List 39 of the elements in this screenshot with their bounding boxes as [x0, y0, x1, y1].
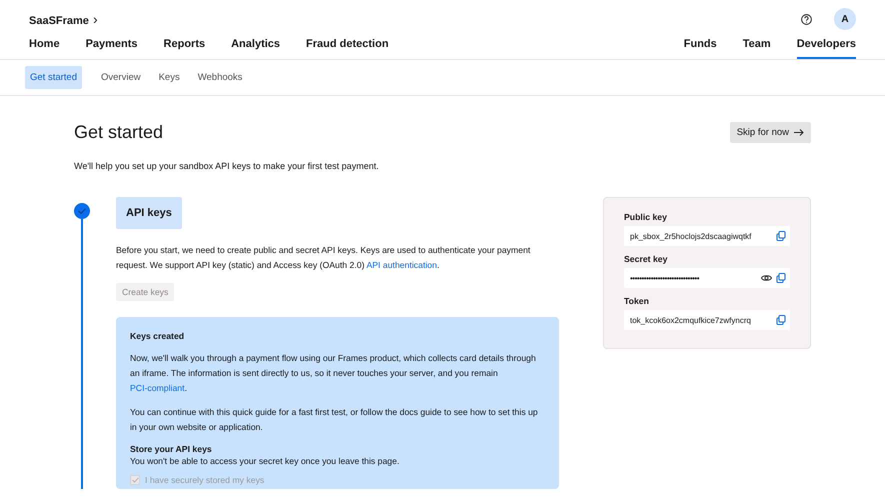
subnav-tab[interactable]: Overview: [96, 66, 146, 89]
eye-icon[interactable]: [761, 274, 772, 282]
arrow-right-icon: [794, 129, 804, 136]
nav-tab[interactable]: Fraud detection: [306, 30, 389, 59]
key-label: Secret key: [624, 254, 668, 264]
checkbox-label: I have securely stored my keys: [145, 475, 264, 485]
key-field[interactable]: pk_sbox_2r5hoclojs2dscaagiwqtkf: [624, 226, 790, 246]
subnav-tab[interactable]: Get started: [25, 66, 82, 89]
user-avatar[interactable]: A: [834, 8, 856, 30]
key-label: Token: [624, 296, 650, 306]
subnav-tab[interactable]: Keys: [154, 66, 185, 89]
panel-paragraph: You can continue with this quick guide for a fast first test, or follow the docs guide to see how to set this up in your own website or application.: [130, 406, 539, 434]
key-field[interactable]: ••••••••••••••••••••••••••••••: [624, 268, 790, 288]
nav-tab[interactable]: Reports: [164, 30, 206, 59]
subnav-tab[interactable]: Webhooks: [192, 66, 248, 89]
skip-button[interactable]: Skip for now: [730, 122, 811, 143]
copy-icon[interactable]: [776, 231, 786, 241]
copy-icon[interactable]: [776, 315, 786, 325]
key-field[interactable]: tok_kcok6ox2cmqufkice7zwfyncrq: [624, 310, 790, 330]
nav-tab[interactable]: Funds: [684, 30, 717, 59]
key-label: Public key: [624, 212, 668, 222]
nav-tab[interactable]: Team: [742, 30, 771, 59]
panel-paragraph: Now, we'll walk you through a payment flow using our Frames product, which collects card details through an iframe. The information is sent directly to us, so it never touches your server, and you remain PCI-compliant.: [130, 352, 537, 395]
brand-name[interactable]: SaaSFrame ›: [29, 11, 98, 27]
nav-tab[interactable]: Payments: [86, 30, 138, 59]
store-keys-text: You won't be able to access your secret key once you leave this page.: [130, 455, 400, 468]
step-description: Before you start, we need to create public and secret API keys. Keys are used to authenticate your payment request. We support API key (static) and Access key (OAuth 2.0) API authentication.: [116, 244, 532, 272]
nav-tab[interactable]: Developers: [796, 30, 856, 59]
store-keys-heading: Store your API keys: [130, 444, 213, 454]
copy-icon[interactable]: [776, 273, 786, 283]
api-authentication-link[interactable]: API authentication: [366, 260, 437, 270]
page-title: Get started: [74, 122, 164, 143]
step-title: API keys: [116, 197, 182, 229]
nav-tab[interactable]: Analytics: [231, 30, 280, 59]
page-subtitle: We'll help you set up your sandbox API keys to make your first test payment.: [74, 161, 380, 171]
nav-tab[interactable]: Home: [29, 30, 60, 59]
help-icon[interactable]: [801, 14, 812, 24]
panel-title: Keys created: [130, 331, 186, 341]
pci-compliant-link[interactable]: PCI-compliant: [130, 383, 185, 393]
